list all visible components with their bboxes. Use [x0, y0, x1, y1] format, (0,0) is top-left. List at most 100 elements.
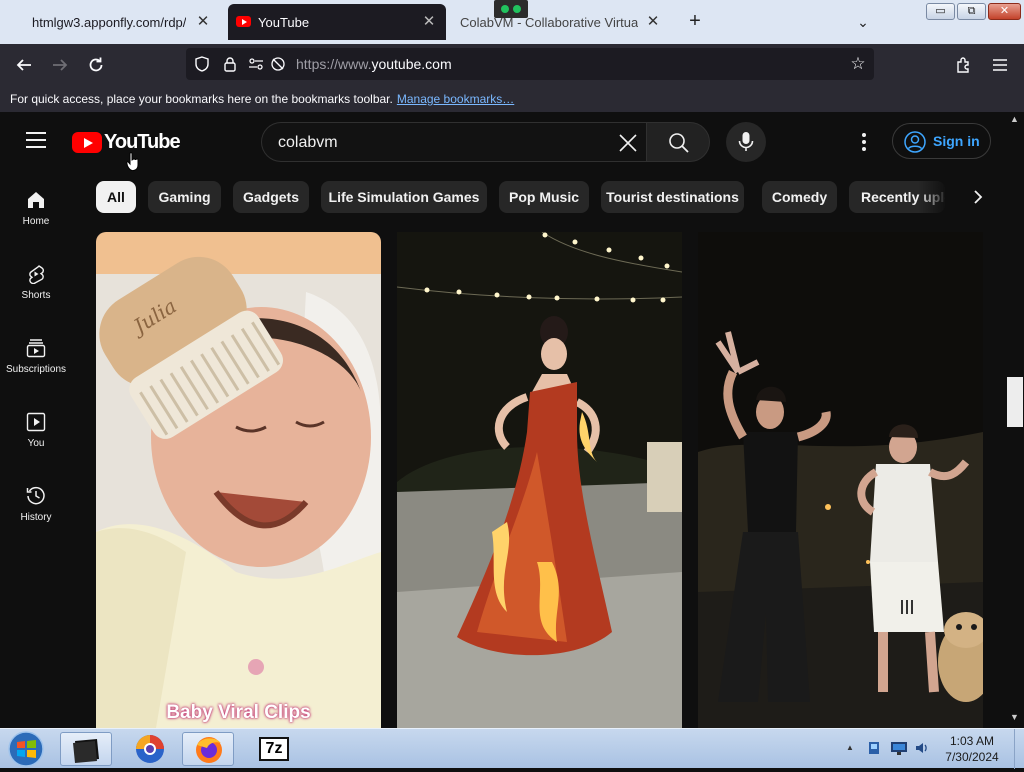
- chevron-right-icon[interactable]: [964, 183, 992, 211]
- network-tray-icon[interactable]: [866, 740, 882, 756]
- guide-label: History: [20, 512, 52, 523]
- clear-search-icon[interactable]: [618, 133, 638, 153]
- mini-guide: Home Shorts Subscriptions You History: [0, 172, 72, 728]
- microphone-icon: [738, 132, 754, 151]
- short-caption: Baby Viral Clips: [166, 702, 311, 723]
- permissions-icon[interactable]: [248, 56, 264, 72]
- chip-pop-music[interactable]: Pop Music: [499, 181, 589, 213]
- guide-menu-icon[interactable]: [26, 132, 46, 148]
- display-tray-icon[interactable]: [890, 740, 908, 756]
- chip-gaming[interactable]: Gaming: [148, 181, 221, 213]
- show-hidden-icons-arrow-icon[interactable]: ▲: [846, 743, 854, 752]
- chip-bar-fade: [918, 181, 948, 213]
- filter-chip-bar: All Gaming Gadgets Life Simulation Games…: [96, 181, 996, 213]
- tab-youtube[interactable]: YouTube ✕: [228, 4, 446, 40]
- terminal-icon: [73, 739, 99, 763]
- new-tab-button[interactable]: +: [684, 10, 706, 32]
- close-window-button[interactable]: ✕: [988, 3, 1021, 20]
- url-text[interactable]: https://www.youtube.com: [296, 56, 452, 72]
- minimize-window-button[interactable]: ▭: [926, 3, 955, 20]
- bookmarks-hint: For quick access, place your bookmarks h…: [10, 92, 393, 106]
- bookmark-star-icon[interactable]: ☆: [848, 54, 868, 74]
- manage-bookmarks-link[interactable]: Manage bookmarks…: [397, 92, 514, 106]
- browser-navigation-toolbar: https://www.youtube.com ☆: [0, 44, 1024, 86]
- windows-taskbar: 7z ▲ 1:03 AM 7/30/2024: [0, 728, 1024, 769]
- you-icon: [26, 412, 46, 432]
- guide-label: Subscriptions: [5, 364, 67, 375]
- chip-all[interactable]: All: [96, 181, 136, 213]
- maximize-window-button[interactable]: ⧉: [957, 3, 986, 20]
- taskbar-terminal-app[interactable]: [60, 732, 112, 766]
- clock-time: 1:03 AM: [949, 734, 995, 748]
- home-icon: [28, 192, 44, 208]
- guide-label: Shorts: [21, 290, 51, 301]
- history-icon: [26, 486, 45, 505]
- reload-icon[interactable]: [82, 52, 110, 78]
- chromium-browser-icon: [136, 735, 164, 763]
- voice-search-button[interactable]: [726, 122, 766, 162]
- short-card[interactable]: Julia Baby Viral Clips: [96, 232, 381, 728]
- close-tab-icon[interactable]: ✕: [644, 13, 662, 31]
- sign-in-button[interactable]: Sign in: [892, 123, 991, 159]
- tab-title: htmlgw3.apponfly.com/rdp/: [32, 14, 187, 30]
- firefox-icon: [196, 737, 222, 763]
- url-domain: youtube.com: [371, 56, 452, 72]
- guide-item-shorts[interactable]: Shorts: [0, 246, 72, 316]
- taskbar-firefox-app[interactable]: [182, 732, 234, 766]
- application-menu-icon[interactable]: [986, 52, 1014, 78]
- close-tab-icon[interactable]: ✕: [420, 13, 438, 31]
- scrollbar-thumb[interactable]: [1007, 377, 1023, 427]
- taskbar-browser-app[interactable]: [124, 732, 176, 766]
- search-icon: [669, 133, 689, 153]
- youtube-wordmark: YouTube: [104, 130, 181, 153]
- short-thumbnail: Julia: [96, 256, 381, 728]
- account-circle-icon: [904, 131, 926, 153]
- remote-session-indicator-icon: [494, 0, 528, 18]
- extensions-puzzle-icon[interactable]: [950, 52, 978, 78]
- guide-item-subscriptions[interactable]: Subscriptions: [0, 320, 72, 390]
- clock-date: 7/30/2024: [945, 750, 999, 764]
- tab-title: YouTube: [258, 14, 310, 30]
- page-scrollbar[interactable]: ▲ ▼: [1006, 112, 1024, 728]
- list-all-tabs-button[interactable]: ⌄: [852, 12, 874, 32]
- tab-title: ColabVM - Collaborative Virtual Machines: [460, 14, 638, 30]
- hand-pointer-cursor-icon: [126, 152, 139, 172]
- show-desktop-button[interactable]: [1014, 729, 1024, 769]
- guide-item-home[interactable]: Home: [0, 172, 72, 242]
- tracking-protection-shield-icon[interactable]: [194, 56, 210, 72]
- tab-apponfly[interactable]: htmlgw3.apponfly.com/rdp/ ✕: [20, 4, 220, 40]
- chip-comedy[interactable]: Comedy: [762, 181, 837, 213]
- youtube-logo[interactable]: YouTube: [72, 130, 181, 153]
- taskbar-7zip-app[interactable]: 7z: [248, 732, 300, 766]
- subscriptions-icon: [26, 339, 46, 358]
- guide-item-history[interactable]: History: [0, 468, 72, 538]
- close-tab-icon[interactable]: ✕: [194, 13, 212, 31]
- 7zip-icon: 7z: [259, 737, 289, 761]
- guide-item-you[interactable]: You: [0, 394, 72, 464]
- short-card[interactable]: [397, 232, 682, 728]
- url-prefix: https://www.: [296, 56, 372, 72]
- short-thumbnail: [698, 232, 983, 728]
- search-button[interactable]: [646, 122, 710, 162]
- autoplay-blocked-icon[interactable]: [270, 56, 286, 72]
- chip-tourist-destinations[interactable]: Tourist destinations: [601, 181, 744, 213]
- search-input[interactable]: [278, 133, 608, 153]
- tab-colabvm[interactable]: ColabVM - Collaborative Virtual Machines…: [452, 4, 670, 40]
- bookmarks-toolbar: For quick access, place your bookmarks h…: [0, 86, 1024, 112]
- search-box[interactable]: [261, 122, 646, 162]
- back-arrow-icon[interactable]: [10, 52, 38, 78]
- chip-life-simulation-games[interactable]: Life Simulation Games: [321, 181, 487, 213]
- lock-icon[interactable]: [222, 56, 238, 72]
- address-bar[interactable]: https://www.youtube.com ☆: [186, 48, 874, 80]
- volume-tray-icon[interactable]: [914, 740, 930, 756]
- scroll-down-arrow-icon[interactable]: ▼: [1010, 712, 1019, 722]
- browser-tab-strip: htmlgw3.apponfly.com/rdp/ ✕ YouTube ✕ Co…: [0, 0, 1024, 44]
- start-button-windows-logo-icon[interactable]: [4, 730, 48, 768]
- shorts-icon: [29, 265, 45, 284]
- more-options-icon[interactable]: [852, 130, 876, 154]
- short-card[interactable]: [698, 232, 983, 728]
- forward-arrow-icon[interactable]: [46, 52, 74, 78]
- chip-gadgets[interactable]: Gadgets: [233, 181, 309, 213]
- scroll-up-arrow-icon[interactable]: ▲: [1010, 114, 1019, 124]
- taskbar-clock[interactable]: 1:03 AM 7/30/2024: [930, 733, 1014, 765]
